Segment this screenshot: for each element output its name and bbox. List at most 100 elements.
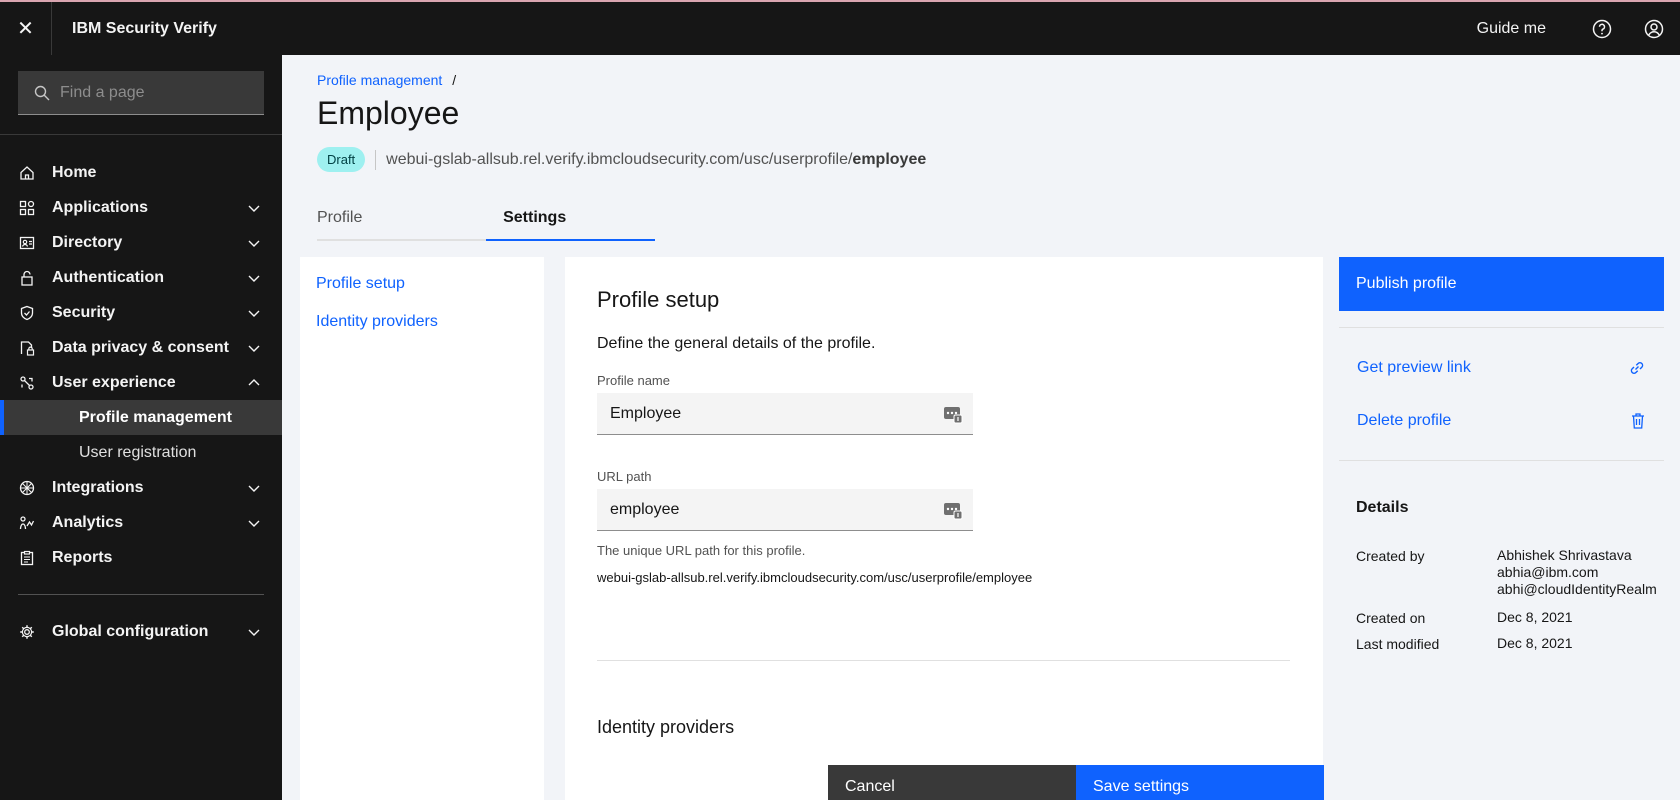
link-icon <box>1630 362 1644 374</box>
search-input[interactable] <box>60 83 240 102</box>
created-by-label: Created by <box>1356 548 1425 564</box>
lock-icon <box>18 269 36 287</box>
delete-profile-label: Delete profile <box>1357 412 1452 429</box>
breadcrumb-separator: / <box>452 72 457 88</box>
sidebar-item-label: Global configuration <box>52 622 209 640</box>
created-on-label: Created on <box>1356 610 1426 626</box>
section-link-profile-setup[interactable]: Profile setup <box>316 275 405 293</box>
sidebar-item-label: Reports <box>52 548 113 566</box>
profile-name-input[interactable] <box>610 404 930 423</box>
sidebar-item-label: Home <box>52 163 97 181</box>
section-divider <box>597 660 1290 661</box>
main-content: Profile management / Employee Draft webu… <box>282 55 1680 800</box>
sidebar-item-integrations[interactable]: Integrations <box>0 470 282 505</box>
sidebar-item-data-privacy[interactable]: Data privacy & consent <box>0 330 282 365</box>
chevron-down-icon <box>248 485 260 492</box>
sidebar-item-user-experience[interactable]: User experience <box>0 365 282 400</box>
tab-profile[interactable]: Profile <box>317 195 486 239</box>
section-heading: Profile setup <box>597 287 720 312</box>
url-path-helper: The unique URL path for this profile. <box>597 543 806 558</box>
guide-me-button[interactable]: Guide me <box>1477 20 1546 38</box>
sidebar-item-label: Directory <box>52 233 123 251</box>
created-by-realm: abhi@cloudIdentityRealm <box>1497 581 1657 597</box>
user-avatar-icon[interactable] <box>1628 2 1680 55</box>
password-manager-icon[interactable] <box>943 500 963 520</box>
search-box[interactable] <box>18 71 264 115</box>
last-modified-value: Dec 8, 2021 <box>1497 635 1573 651</box>
sidebar-item-authentication[interactable]: Authentication <box>0 260 282 295</box>
identity-providers-heading: Identity providers <box>597 717 735 737</box>
status-row: Draft webui-gslab-allsub.rel.verify.ibmc… <box>317 147 926 172</box>
shield-icon <box>18 304 36 322</box>
sidebar-item-label: Data privacy & consent <box>52 338 229 356</box>
created-on-value: Dec 8, 2021 <box>1497 609 1573 625</box>
chevron-down-icon <box>248 629 260 636</box>
close-icon[interactable]: ✕ <box>0 2 52 55</box>
tab-settings[interactable]: Settings <box>486 195 655 241</box>
search-icon <box>34 85 50 100</box>
breadcrumb-link-profile-management[interactable]: Profile management <box>317 72 442 88</box>
sidebar-item-label: Analytics <box>52 513 124 531</box>
sidebar-item-security[interactable]: Security <box>0 295 282 330</box>
applications-icon <box>18 199 36 217</box>
sidebar-item-analytics[interactable]: Analytics <box>0 505 282 540</box>
profile-setup-card: Profile setup Define the general details… <box>565 257 1323 800</box>
publish-profile-button[interactable]: Publish profile <box>1339 257 1664 311</box>
reports-icon <box>18 549 36 567</box>
profile-url: webui-gslab-allsub.rel.verify.ibmcloudse… <box>386 151 926 169</box>
get-preview-link-label: Get preview link <box>1357 359 1471 376</box>
sidebar-divider <box>0 134 282 135</box>
url-path-label: URL path <box>597 469 652 484</box>
sidebar-nav: Home Applications Directory Authenticati… <box>0 155 282 649</box>
full-profile-url: webui-gslab-allsub.rel.verify.ibmcloudse… <box>597 570 1033 585</box>
cancel-button[interactable]: Cancel <box>828 765 1076 800</box>
sidebar-item-directory[interactable]: Directory <box>0 225 282 260</box>
sidebar-item-label: Applications <box>52 198 149 216</box>
url-path-input[interactable] <box>610 500 930 519</box>
profile-name-field[interactable] <box>597 393 973 435</box>
gear-icon <box>18 623 36 641</box>
sidebar-item-reports[interactable]: Reports <box>0 540 282 575</box>
vertical-divider <box>375 149 377 170</box>
sidebar-separator <box>18 594 264 595</box>
top-header: ✕ IBM Security Verify Guide me <box>0 0 1680 55</box>
password-manager-icon[interactable] <box>943 404 963 424</box>
sidebar: Home Applications Directory Authenticati… <box>0 55 282 800</box>
sidebar-subitem-profile-management[interactable]: Profile management <box>0 400 282 435</box>
save-settings-button[interactable]: Save settings <box>1076 765 1324 800</box>
analytics-icon <box>18 514 36 532</box>
chevron-down-icon <box>248 345 260 352</box>
app-brand: IBM Security Verify <box>72 19 217 37</box>
sidebar-item-label: Authentication <box>52 268 164 286</box>
page-title: Employee <box>317 95 460 131</box>
profile-name-label: Profile name <box>597 373 670 388</box>
user-experience-icon <box>18 374 36 392</box>
directory-icon <box>18 234 36 252</box>
status-badge: Draft <box>317 147 366 172</box>
sidebar-item-label: User experience <box>52 373 176 391</box>
url-path-field[interactable] <box>597 489 973 531</box>
header-actions: Guide me <box>1477 2 1680 55</box>
delete-profile-button[interactable]: Delete profile <box>1339 401 1664 441</box>
chevron-down-icon <box>248 205 260 212</box>
sidebar-item-home[interactable]: Home <box>0 155 282 190</box>
section-description: Define the general details of the profil… <box>597 335 876 352</box>
last-modified-label: Last modified <box>1356 636 1440 652</box>
profile-actions-panel: Publish profile Get preview link Delete … <box>1339 257 1664 800</box>
help-icon[interactable] <box>1576 2 1628 55</box>
home-icon <box>18 164 36 182</box>
section-link-identity-providers[interactable]: Identity providers <box>316 313 438 331</box>
sidebar-item-applications[interactable]: Applications <box>0 190 282 225</box>
breadcrumb: Profile management / <box>317 72 456 88</box>
chevron-down-icon <box>248 520 260 527</box>
chevron-down-icon <box>248 275 260 282</box>
data-privacy-icon <box>18 339 36 357</box>
sidebar-subitem-user-registration[interactable]: User registration <box>0 435 282 470</box>
sidebar-item-global-configuration[interactable]: Global configuration <box>0 614 282 649</box>
trash-icon <box>1632 413 1644 429</box>
created-by-email: abhia@ibm.com <box>1497 564 1599 580</box>
created-by-name: Abhishek Shrivastava <box>1497 547 1632 563</box>
profile-url-prefix: webui-gslab-allsub.rel.verify.ibmcloudse… <box>386 150 853 168</box>
get-preview-link-button[interactable]: Get preview link <box>1339 348 1664 388</box>
footer-actions: Cancel Save settings <box>828 765 1324 800</box>
